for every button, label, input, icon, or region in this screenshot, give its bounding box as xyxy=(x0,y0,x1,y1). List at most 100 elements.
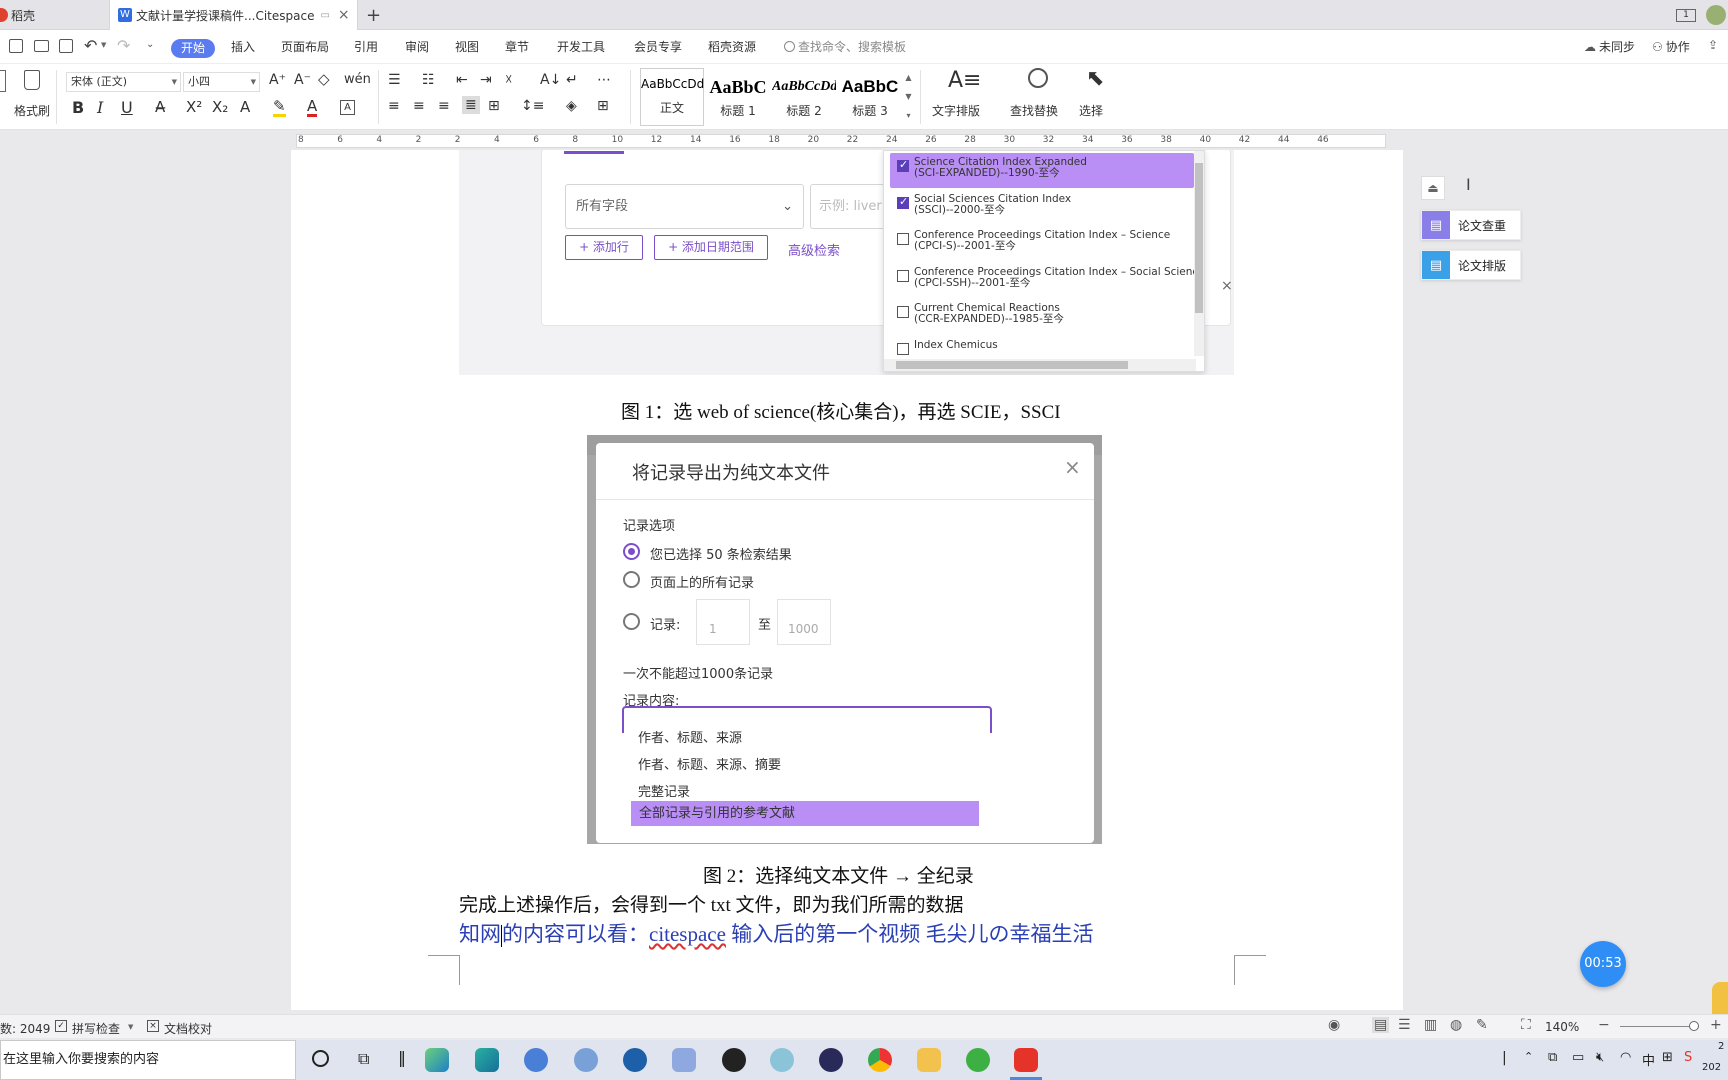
justify-icon[interactable]: ≣ xyxy=(462,96,480,114)
align-left-icon[interactable]: ≡ xyxy=(388,98,400,114)
index-option[interactable]: Science Citation Index Expanded(SCI-EXPA… xyxy=(890,153,1194,188)
text-layout-icon[interactable]: A≡ xyxy=(948,68,981,93)
tab-document[interactable]: W 文献计量学授课稿件...Citespace ▭ × xyxy=(109,0,358,30)
content-option[interactable]: 作者、标题、来源、摘要 xyxy=(638,754,781,773)
app-icon-wechat[interactable] xyxy=(966,1048,990,1072)
styles-scroll[interactable]: ▲ ▼ ▾ xyxy=(904,68,913,126)
phonetic-guide-icon[interactable]: wén xyxy=(344,72,371,87)
outline-view-icon[interactable]: ☰ xyxy=(1398,1017,1411,1033)
app-icon-chrome[interactable] xyxy=(868,1048,892,1072)
reading-view-icon[interactable]: ▥ xyxy=(1424,1017,1437,1033)
index-option[interactable]: Social Sciences Citation Index(SSCI)--20… xyxy=(890,190,1194,225)
app-icon-wps[interactable] xyxy=(1014,1048,1038,1072)
collapse-panel-icon[interactable]: ⏏ xyxy=(1421,176,1445,200)
word-count[interactable]: 数: 2049 xyxy=(0,1020,50,1037)
radio-selected-results[interactable] xyxy=(623,543,640,560)
subscript-icon[interactable]: X₂ xyxy=(212,98,228,116)
menu-page-layout[interactable]: 页面布局 xyxy=(281,38,329,55)
new-tab-button[interactable]: + xyxy=(366,0,386,30)
spell-check-button[interactable]: 拼写检查 xyxy=(72,1020,120,1037)
undo-icon[interactable]: ↶ xyxy=(84,36,97,55)
shading-icon[interactable]: ◈ xyxy=(566,98,577,114)
app-icon-qq[interactable] xyxy=(722,1048,746,1072)
task-view-icon[interactable]: ⧉ xyxy=(358,1049,369,1069)
font-size-select[interactable]: 小四 ▼ xyxy=(183,72,260,92)
close-icon[interactable]: × xyxy=(1221,278,1233,294)
tray-icon-1[interactable]: ⧉ xyxy=(1548,1050,1557,1065)
cortana-icon[interactable] xyxy=(312,1050,329,1067)
radio-all-page[interactable] xyxy=(623,571,640,588)
recording-timer[interactable]: 00:53 xyxy=(1580,941,1626,987)
tab-close-icon[interactable]: × xyxy=(338,7,350,23)
sort-icon[interactable]: A↓ xyxy=(540,72,561,88)
app-icon-eclipse[interactable] xyxy=(819,1048,843,1072)
shrink-font-icon[interactable]: A⁻ xyxy=(294,72,311,88)
align-center-icon[interactable]: ≡ xyxy=(413,98,425,114)
hscroll-thumb[interactable] xyxy=(896,361,1128,369)
eye-protection-icon[interactable]: ◉ xyxy=(1328,1017,1340,1033)
borders-icon[interactable]: ⊞ xyxy=(597,98,609,114)
find-replace-icon[interactable] xyxy=(1028,68,1048,88)
wifi-icon[interactable]: ◠ xyxy=(1620,1050,1631,1065)
align-right-icon[interactable]: ≡ xyxy=(438,98,450,114)
index-dropdown[interactable]: Science Citation Index Expanded(SCI-EXPA… xyxy=(883,150,1205,372)
font-name-select[interactable]: 宋体 (正文) ▼ xyxy=(66,72,181,92)
tab-daoke[interactable]: 稻壳 xyxy=(0,0,108,30)
app-icon-zotero[interactable] xyxy=(524,1048,548,1072)
index-option[interactable]: Conference Proceedings Citation Index – … xyxy=(890,263,1204,298)
app-icon-pls[interactable] xyxy=(623,1048,647,1072)
strikethrough-icon[interactable]: A̶ xyxy=(155,98,165,116)
menu-member[interactable]: 会员专享 xyxy=(634,38,682,55)
add-date-range-button[interactable]: + 添加日期范围 xyxy=(654,235,768,260)
ruler-scale[interactable]: 8 6 4 2 2 4 6 8 10 12 14 16 18 20 22 24 26 28 30 32 34 36 38 40… xyxy=(296,134,1386,148)
undo-dropdown-icon[interactable]: ▼ xyxy=(101,41,106,49)
app-icon-file-explorer[interactable] xyxy=(917,1048,941,1072)
index-option[interactable]: Conference Proceedings Citation Index – … xyxy=(890,226,1194,261)
select-cursor-icon[interactable]: ⬉ xyxy=(1086,66,1104,91)
vscroll-thumb[interactable] xyxy=(1195,163,1203,313)
highlight-icon[interactable]: ✎ xyxy=(273,98,286,117)
paste-icon[interactable] xyxy=(0,70,6,92)
battery-icon[interactable]: ▭ xyxy=(1572,1050,1584,1065)
zoom-slider[interactable] xyxy=(1620,1026,1698,1027)
index-checkbox[interactable] xyxy=(897,195,909,209)
superscript-icon[interactable]: X² xyxy=(186,98,202,116)
tab-stops-icon[interactable]: ⋯ xyxy=(597,72,611,88)
app-icon-swirl[interactable] xyxy=(770,1048,794,1072)
style-normal[interactable]: AaBbCcDd 正文 xyxy=(640,68,704,126)
command-search[interactable]: 查找命令、搜索模板 xyxy=(784,38,906,55)
menu-review[interactable]: 审阅 xyxy=(405,38,429,55)
dialog-close-icon[interactable]: × xyxy=(1064,455,1081,479)
dropdown-vscrollbar[interactable] xyxy=(1194,151,1204,356)
print-icon[interactable] xyxy=(34,40,49,52)
share-icon[interactable]: ⇪ xyxy=(1708,38,1718,52)
page-count-indicator[interactable]: 1 xyxy=(1676,0,1696,30)
decrease-indent-icon[interactable]: ⇤ xyxy=(456,72,468,88)
underline-icon[interactable]: U xyxy=(121,98,133,117)
clear-format-icon[interactable]: ◇ xyxy=(318,70,330,88)
app-icon-network[interactable] xyxy=(574,1048,598,1072)
range-to-input[interactable]: 1000 xyxy=(777,599,831,645)
advanced-search-link[interactable]: 高级检索 xyxy=(788,240,840,259)
menu-view[interactable]: 视图 xyxy=(455,38,479,55)
collaborate-button[interactable]: ⚇ 协作 xyxy=(1652,38,1690,55)
bullet-list-icon[interactable]: ☰ xyxy=(388,72,401,88)
index-option[interactable]: Current Chemical Reactions (CCR-EXPANDED)… xyxy=(890,299,1194,334)
app-icon-mindmap[interactable] xyxy=(475,1048,499,1072)
font-color-icon[interactable]: A xyxy=(307,98,318,117)
style-heading1[interactable]: AaBbC 标题 1 xyxy=(706,72,770,130)
grow-font-icon[interactable]: A⁺ xyxy=(269,72,286,88)
chinese-layout-icon[interactable]: ☓ xyxy=(505,72,512,88)
style-heading3[interactable]: AaBbC 标题 3 xyxy=(838,72,902,130)
index-checkbox[interactable] xyxy=(897,342,909,355)
content-option[interactable]: 完整记录 xyxy=(638,781,690,800)
index-checkbox[interactable] xyxy=(897,306,909,318)
bold-icon[interactable]: B xyxy=(72,98,84,117)
dropdown-hscrollbar[interactable] xyxy=(884,359,1196,371)
fit-page-icon[interactable]: ⛶ xyxy=(1521,1017,1531,1033)
redo-icon[interactable]: ↷ xyxy=(117,36,130,55)
customize-toolbar-icon[interactable]: ⌄ xyxy=(146,39,154,50)
text-effect-icon[interactable]: A xyxy=(240,98,250,116)
menu-daoke-resources[interactable]: 稻壳资源 xyxy=(708,38,756,55)
content-option-selected[interactable]: 全部记录与引用的参考文献 xyxy=(631,801,979,826)
